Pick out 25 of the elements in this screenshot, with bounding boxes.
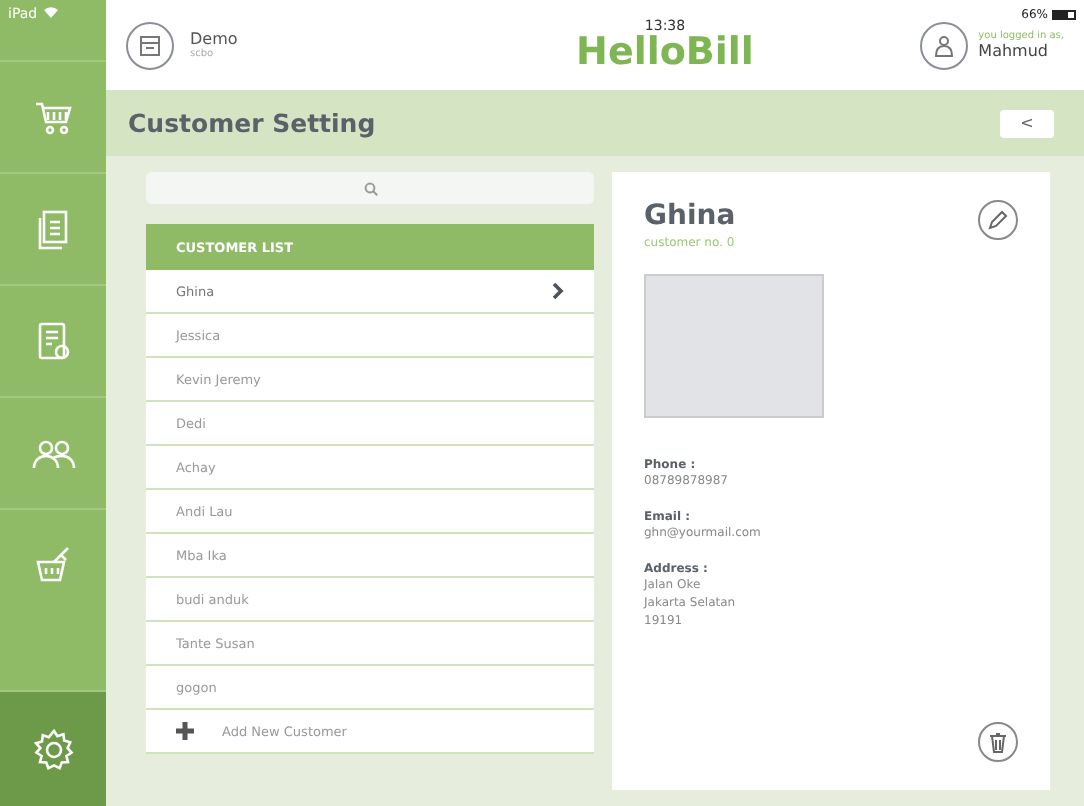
- store-icon: [126, 21, 174, 69]
- chevron-icon: [552, 282, 564, 300]
- user-name: Mahmud: [978, 42, 1050, 60]
- store-name: Demo: [190, 30, 238, 48]
- basket-icon: [33, 545, 73, 585]
- app-title: HelloBill: [576, 34, 754, 72]
- trash-icon: [988, 731, 1008, 753]
- battery-icon: [1052, 10, 1076, 20]
- page-title: Customer Setting: [128, 108, 376, 138]
- user-icon: [920, 21, 969, 69]
- delete-button[interactable]: [978, 722, 1018, 762]
- cart-icon: [33, 99, 73, 135]
- receipt-icon: [35, 321, 71, 361]
- people-icon: [31, 437, 75, 469]
- back-button[interactable]: <: [1000, 109, 1054, 137]
- settings-icon: [31, 727, 75, 771]
- document-icon: [37, 209, 69, 249]
- search-icon: [363, 181, 377, 195]
- customer-name: Ghina: [644, 200, 736, 232]
- plus-icon: [176, 722, 194, 740]
- wifi-icon: [43, 6, 58, 18]
- search-field[interactable]: [146, 172, 594, 204]
- pencil-icon: [988, 210, 1008, 230]
- sidebar-item[interactable]: [0, 690, 106, 806]
- edit-button[interactable]: [978, 200, 1018, 240]
